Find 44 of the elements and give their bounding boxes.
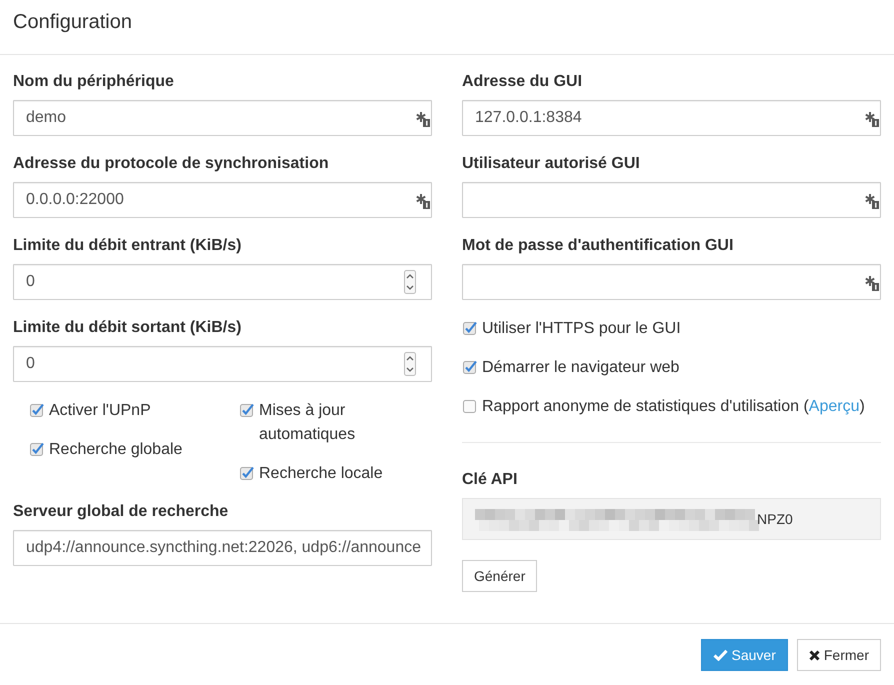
checkbox[interactable] — [30, 442, 44, 456]
text-field[interactable]: demo — [13, 100, 432, 136]
number-field[interactable]: 0 — [13, 346, 432, 382]
checkbox-label[interactable]: Activer l'UPnP — [49, 399, 151, 423]
field-label: Mot de passe d'authentification GUI — [462, 236, 734, 256]
field-label: Adresse du GUI — [462, 72, 582, 92]
close-icon — [808, 650, 820, 660]
checkbox-label[interactable]: Utiliser l'HTTPS pour le GUI — [482, 317, 681, 341]
text-field[interactable]: 127.0.0.1:8384 — [462, 100, 881, 136]
field-label: Nom du périphérique — [13, 72, 174, 92]
field-label: Serveur global de recherche — [13, 502, 228, 522]
asterisk-badge-icon[interactable] — [865, 111, 879, 127]
checkbox[interactable] — [240, 466, 254, 480]
asterisk-badge-icon[interactable] — [865, 193, 879, 209]
checkbox[interactable] — [463, 360, 477, 374]
text-field[interactable] — [462, 182, 881, 218]
checkbox[interactable] — [463, 321, 477, 335]
checkbox-label[interactable]: Rapport anonyme de statistiques d'utilisation (Aperçu) — [482, 395, 865, 419]
checkbox-label[interactable]: Recherche globale — [49, 438, 182, 462]
generate-button[interactable]: Générer — [462, 560, 538, 592]
asterisk-badge-icon[interactable] — [416, 111, 430, 127]
checkbox[interactable] — [30, 403, 44, 417]
text-field[interactable]: 0.0.0.0:22000 — [13, 182, 432, 218]
field-label: Clé API — [462, 470, 518, 490]
field-label: Utilisateur autorisé GUI — [462, 154, 640, 174]
field-label: Limite du débit entrant (KiB/s) — [13, 236, 242, 256]
checkbox-label[interactable]: Recherche locale — [259, 462, 383, 486]
text-field[interactable]: udp4://announce.syncthing.net:22026, udp6://announce — [13, 530, 432, 566]
checkbox[interactable] — [240, 403, 254, 417]
stepper-control[interactable] — [404, 352, 416, 376]
checkbox-label[interactable]: Mises à jour automatiques — [259, 399, 432, 447]
field-label: Adresse du protocole de synchronisation — [13, 154, 329, 174]
api-key-text: NPZ0 — [757, 511, 793, 527]
dialog-title: Configuration — [13, 11, 132, 33]
asterisk-badge-icon[interactable] — [865, 275, 879, 291]
check-icon — [712, 649, 728, 661]
field-label: Limite du débit sortant (KiB/s) — [13, 318, 242, 338]
stepper-control[interactable] — [404, 270, 416, 294]
text-field[interactable] — [462, 264, 881, 300]
checkbox-label[interactable]: Démarrer le navigateur web — [482, 356, 680, 380]
asterisk-badge-icon[interactable] — [416, 193, 430, 209]
close-button[interactable]: Fermer — [796, 639, 881, 671]
number-field[interactable]: 0 — [13, 264, 432, 300]
checkbox[interactable] — [463, 399, 477, 413]
